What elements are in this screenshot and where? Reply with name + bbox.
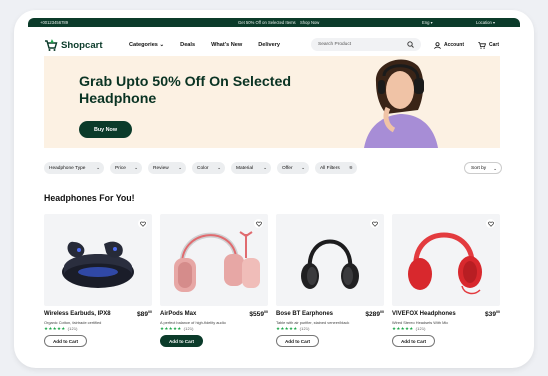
cart-label: Cart <box>489 42 500 48</box>
hero-title: Grab Upto 50% Off On Selected Headphone <box>79 74 292 107</box>
promo-text: Get 50% Off on Selected Items <box>238 20 296 25</box>
filter-label: Price <box>115 165 126 171</box>
top-announcement-bar: +00123456789 Get 50% Off on Selected Ite… <box>28 18 520 27</box>
earbuds-image <box>62 241 134 288</box>
chevron-down-icon: ⌄ <box>217 165 221 170</box>
review-count: (121) <box>415 326 426 331</box>
filter-label: Color <box>197 165 209 171</box>
rating-stars: ★★★★★ (121) <box>276 326 310 331</box>
user-icon <box>434 41 441 49</box>
add-to-cart-button[interactable]: Add to Cart <box>392 335 435 347</box>
filter-bar: Headphone Type ⌄ Price ⌄ Review ⌄ Color ⌄ Ma… <box>44 162 506 174</box>
add-to-cart-button[interactable]: Add to Cart <box>276 335 319 347</box>
product-description: A perfect balance of high-fidelity audio <box>160 320 226 325</box>
heart-icon[interactable] <box>138 219 147 228</box>
sort-label: Sort by <box>471 165 487 171</box>
nav-whats-new[interactable]: What's New <box>211 42 242 48</box>
rating-stars: ★★★★★ (121) <box>44 326 78 331</box>
product-price: $28900 <box>365 310 384 319</box>
add-to-cart-button[interactable]: Add to Cart <box>44 335 87 347</box>
airpods-max-image <box>174 231 260 292</box>
vivefox-headphones-image <box>408 232 482 295</box>
rating-stars: ★★★★★ (121) <box>160 326 194 331</box>
headphone-model-image <box>364 59 438 148</box>
add-to-cart-button[interactable]: Add to Cart <box>160 335 203 347</box>
search-input[interactable]: Search Product <box>311 38 421 51</box>
account-label: Account <box>444 42 464 48</box>
chevron-down-icon: ⌄ <box>301 165 305 170</box>
logo-text: Shopcart <box>61 39 103 51</box>
product-description: Wired Stereo Headsets With Mic <box>392 320 449 325</box>
filter-label: Material <box>236 165 254 171</box>
account-button[interactable]: Account <box>434 41 464 49</box>
product-card[interactable]: AirPods Max $55900 A perfect balance of … <box>160 214 270 347</box>
filter-label: All Filters <box>320 165 340 171</box>
filter-label: Offer <box>282 165 293 171</box>
product-name[interactable]: Bose BT Earphones <box>276 311 360 317</box>
product-price: $55900 <box>249 310 268 319</box>
product-name[interactable]: AirPods Max <box>160 311 244 317</box>
product-price: $3900 <box>484 310 500 319</box>
bose-headphones-image <box>301 239 359 289</box>
search-icon[interactable] <box>407 41 414 48</box>
filter-label: Headphone Type <box>49 165 86 171</box>
cart-logo-icon <box>45 38 58 51</box>
nav-categories[interactable]: Categories ⌄ <box>129 42 164 48</box>
product-price: $8900 <box>136 310 152 319</box>
product-image[interactable] <box>276 214 384 306</box>
product-image[interactable] <box>392 214 500 306</box>
filter-headphone-type[interactable]: Headphone Type ⌄ <box>44 162 104 174</box>
section-title: Headphones For You! <box>44 193 135 203</box>
product-card[interactable]: VIVEFOX Headphones $3900 Wired Stereo He… <box>392 214 502 347</box>
product-image[interactable] <box>160 214 268 306</box>
app-frame: +00123456789 Get 50% Off on Selected Ite… <box>14 10 534 368</box>
hero-banner: Grab Upto 50% Off On Selected Headphone … <box>44 56 500 148</box>
review-count: (121) <box>67 326 78 331</box>
phone-number: +00123456789 <box>40 20 69 25</box>
filter-review[interactable]: Review ⌄ <box>148 162 186 174</box>
product-image[interactable] <box>44 214 152 306</box>
rating-stars: ★★★★★ (121) <box>392 326 426 331</box>
heart-icon[interactable] <box>370 219 379 228</box>
search-placeholder: Search Product <box>318 42 352 47</box>
product-card[interactable]: Wireless Earbuds, IPX8 $8900 Organic Cot… <box>44 214 154 347</box>
filter-color[interactable]: Color ⌄ <box>192 162 225 174</box>
filter-label: Review <box>153 165 169 171</box>
product-description: Table with air purifier, stained veneer/… <box>276 320 350 325</box>
sort-by-select[interactable]: Sort by ⌄ <box>464 162 502 174</box>
product-card[interactable]: Bose BT Earphones $28900 Table with air … <box>276 214 386 347</box>
main-nav: Shopcart Categories ⌄ Deals What's New D… <box>44 36 506 54</box>
nav-deals[interactable]: Deals <box>180 42 195 48</box>
chevron-down-icon: ⌄ <box>134 165 138 170</box>
cart-icon <box>478 41 486 49</box>
chevron-down-icon: ⌄ <box>178 165 182 170</box>
cart-button[interactable]: Cart <box>478 41 500 49</box>
filter-material[interactable]: Material ⌄ <box>231 162 271 174</box>
location-select[interactable]: Location ▾ <box>476 20 495 25</box>
heart-icon[interactable] <box>254 219 263 228</box>
nav-delivery[interactable]: Delivery <box>258 42 280 48</box>
chevron-down-icon: ⌄ <box>263 165 267 170</box>
filter-icon: ⚟ <box>348 165 353 170</box>
filter-price[interactable]: Price ⌄ <box>110 162 142 174</box>
product-name[interactable]: VIVEFOX Headphones <box>392 311 476 317</box>
product-description: Organic Cotton, fairtrade certified <box>44 320 102 325</box>
language-select[interactable]: Eng ▾ <box>422 20 433 25</box>
buy-now-button[interactable]: Buy Now <box>79 121 132 138</box>
logo[interactable]: Shopcart <box>44 38 103 52</box>
nav-menu: Categories ⌄ Deals What's New Delivery <box>129 42 280 48</box>
heart-icon[interactable] <box>486 219 495 228</box>
shop-now-link[interactable]: Shop Now <box>300 20 319 25</box>
product-name[interactable]: Wireless Earbuds, IPX8 <box>44 311 128 317</box>
chevron-down-icon: ⌄ <box>96 165 100 170</box>
filter-all[interactable]: All Filters ⚟ <box>315 162 357 174</box>
filter-offer[interactable]: Offer ⌄ <box>277 162 309 174</box>
review-count: (121) <box>183 326 194 331</box>
chevron-down-icon: ⌄ <box>493 166 497 171</box>
review-count: (121) <box>299 326 310 331</box>
